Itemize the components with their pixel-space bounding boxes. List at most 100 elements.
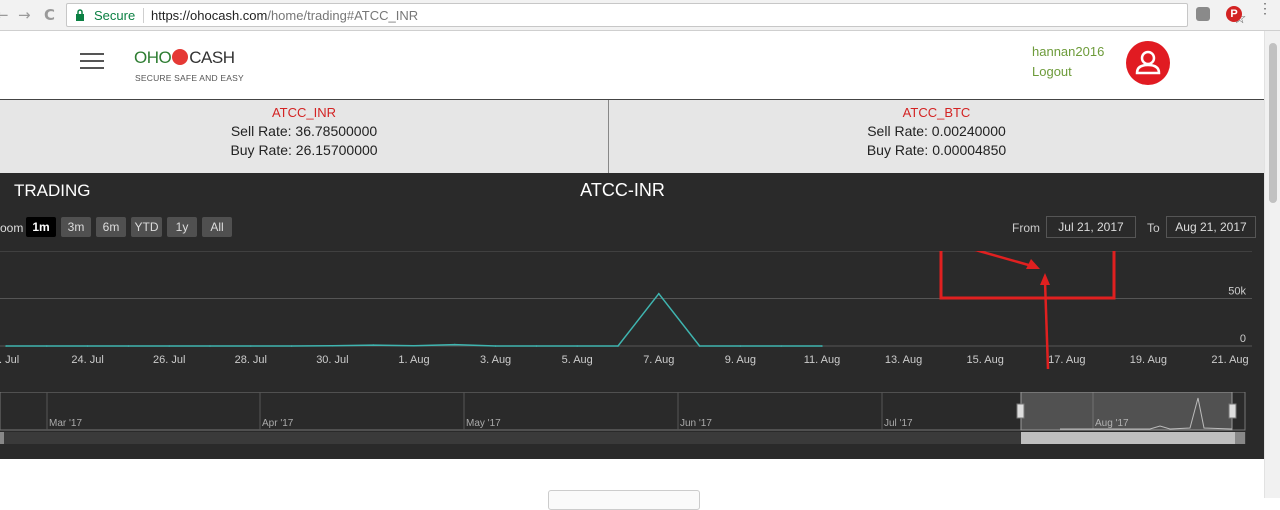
x-tick-label: 1. Aug	[398, 354, 429, 366]
logout-link[interactable]: Logout	[1032, 64, 1072, 79]
hamburger-menu-icon[interactable]	[80, 53, 104, 69]
zoom-6m-button[interactable]: 6m	[96, 217, 126, 237]
rate-card-atcc-inr[interactable]: ATCC_INR Sell Rate: 36.78500000 Buy Rate…	[0, 103, 608, 160]
bottom-button[interactable]	[548, 490, 700, 510]
scroll-thumb[interactable]	[1269, 43, 1277, 203]
x-tick-label: 26. Jul	[153, 354, 185, 366]
navigator-tick-label: Jul '17	[884, 418, 913, 429]
x-tick-label: 21. Aug	[1211, 354, 1248, 366]
user-icon	[1135, 50, 1161, 75]
x-tick-label: 5. Aug	[562, 354, 593, 366]
navigator-scroll-left-button	[0, 432, 4, 444]
avatar[interactable]	[1126, 41, 1170, 85]
data-point	[821, 345, 823, 347]
to-date-input[interactable]: Aug 21, 2017	[1166, 216, 1256, 238]
lock-icon	[76, 9, 84, 21]
logo[interactable]: OHO CASH	[134, 48, 235, 68]
trading-section: TRADING ATCC-INR oom 1m 3m 6m YTD 1y All…	[0, 173, 1264, 459]
url-host: https://ohocash.com	[151, 8, 268, 23]
logo-right-text: CASH	[189, 48, 235, 67]
x-tick-label: 28. Jul	[235, 354, 267, 366]
rates-panel: ATCC_INR Sell Rate: 36.78500000 Buy Rate…	[0, 100, 1264, 173]
buy-rate: Buy Rate: 0.00004850	[866, 142, 1007, 158]
data-point	[739, 345, 742, 347]
data-point	[290, 345, 293, 347]
x-tick-label: 2. Jul	[0, 354, 19, 366]
address-bar[interactable]: Secure https://ohocash.com/home/trading#…	[66, 3, 1246, 27]
series-line	[6, 292, 822, 347]
navigator-scroll-right-button	[1235, 432, 1245, 444]
forward-icon[interactable]: →	[18, 6, 31, 24]
annotation-arrow	[974, 251, 1033, 268]
back-icon[interactable]: ←	[0, 6, 9, 24]
x-tick-label: 19. Aug	[1130, 354, 1167, 366]
x-tick-label: 13. Aug	[885, 354, 922, 366]
x-tick-label: 15. Aug	[967, 354, 1004, 366]
zoom-all-button[interactable]: All	[202, 217, 232, 237]
zoom-1m-button[interactable]: 1m	[26, 217, 56, 237]
pinterest-icon[interactable]: P	[1226, 6, 1242, 22]
url-divider	[143, 8, 144, 23]
x-tick-label: 24. Jul	[71, 354, 103, 366]
data-point	[168, 345, 170, 347]
y-tick-label: 50k	[1228, 286, 1246, 298]
sell-rate: Sell Rate: 36.78500000	[230, 123, 378, 139]
data-point	[5, 345, 7, 347]
site-header: OHO CASH SECURE SAFE AND EASY hannan2016 …	[0, 31, 1264, 100]
rate-card-atcc-btc[interactable]: ATCC_BTC Sell Rate: 0.00240000 Buy Rate:…	[609, 103, 1264, 160]
extension-icon[interactable]	[1196, 7, 1210, 21]
from-label: From	[1012, 221, 1040, 235]
navigator-tick-label: Mar '17	[49, 418, 82, 429]
data-point	[658, 292, 660, 295]
navigator-tick-label: Apr '17	[262, 418, 294, 429]
x-tick-label: 3. Aug	[480, 354, 511, 366]
data-point	[576, 345, 578, 347]
data-point	[127, 345, 130, 347]
navigator-handle-right	[1228, 403, 1237, 419]
data-point	[86, 345, 89, 347]
url-text[interactable]: https://ohocash.com/home/trading#ATCC_IN…	[151, 8, 418, 23]
data-point	[209, 345, 211, 347]
pair-name[interactable]: ATCC_INR	[0, 103, 608, 122]
data-point	[46, 345, 48, 347]
zoom-ytd-button[interactable]: YTD	[131, 217, 162, 237]
data-point	[698, 345, 701, 347]
page-scrollbar[interactable]	[1264, 31, 1280, 498]
data-point	[413, 344, 415, 347]
navigator-tick-label: Jun '17	[680, 418, 712, 429]
navigator-tick-label: May '17	[466, 418, 501, 429]
data-point	[454, 343, 456, 346]
x-tick-label: 17. Aug	[1048, 354, 1085, 366]
data-point	[780, 345, 782, 347]
browser-toolbar: ← → C Secure https://ohocash.com/home/tr…	[0, 0, 1280, 31]
zoom-3m-button[interactable]: 3m	[61, 217, 91, 237]
data-point	[494, 345, 497, 347]
logo-tagline: SECURE SAFE AND EASY	[135, 73, 244, 83]
reload-icon[interactable]: C	[44, 6, 55, 24]
from-date-input[interactable]: Jul 21, 2017	[1046, 216, 1136, 238]
data-point	[331, 345, 334, 347]
to-label: To	[1147, 221, 1160, 235]
x-tick-label: 11. Aug	[804, 354, 841, 366]
navigator-handle-left	[1016, 403, 1025, 419]
logo-left-text: OHO	[134, 48, 172, 67]
arrowhead	[1040, 273, 1050, 285]
x-tick-label: 7. Aug	[643, 354, 674, 366]
chart-navigator[interactable]: Mar '17Apr '17May '17Jun '17Jul '17Aug '…	[0, 392, 1264, 450]
buy-rate: Buy Rate: 26.15700000	[230, 142, 378, 158]
data-point	[617, 345, 619, 347]
sell-rate: Sell Rate: 0.00240000	[867, 123, 1006, 139]
logo-mark-icon	[172, 49, 189, 65]
menu-icon[interactable]: ⋮	[1258, 1, 1272, 15]
zoom-1y-button[interactable]: 1y	[167, 217, 197, 237]
username: hannan2016	[1032, 44, 1105, 59]
data-point	[372, 344, 375, 346]
pair-name[interactable]: ATCC_BTC	[609, 103, 1264, 122]
price-chart[interactable]: 0 50k 2. Jul 24. Jul 26. Jul 28. Jul 30. Jul 1.…	[0, 251, 1264, 371]
x-tick-label: 9. Aug	[725, 354, 756, 366]
data-point	[535, 345, 538, 347]
zoom-label: oom	[0, 221, 24, 235]
x-tick-label: 30. Jul	[316, 354, 348, 366]
highlight-box	[939, 251, 1116, 300]
y-tick-label: 0	[1240, 333, 1246, 345]
